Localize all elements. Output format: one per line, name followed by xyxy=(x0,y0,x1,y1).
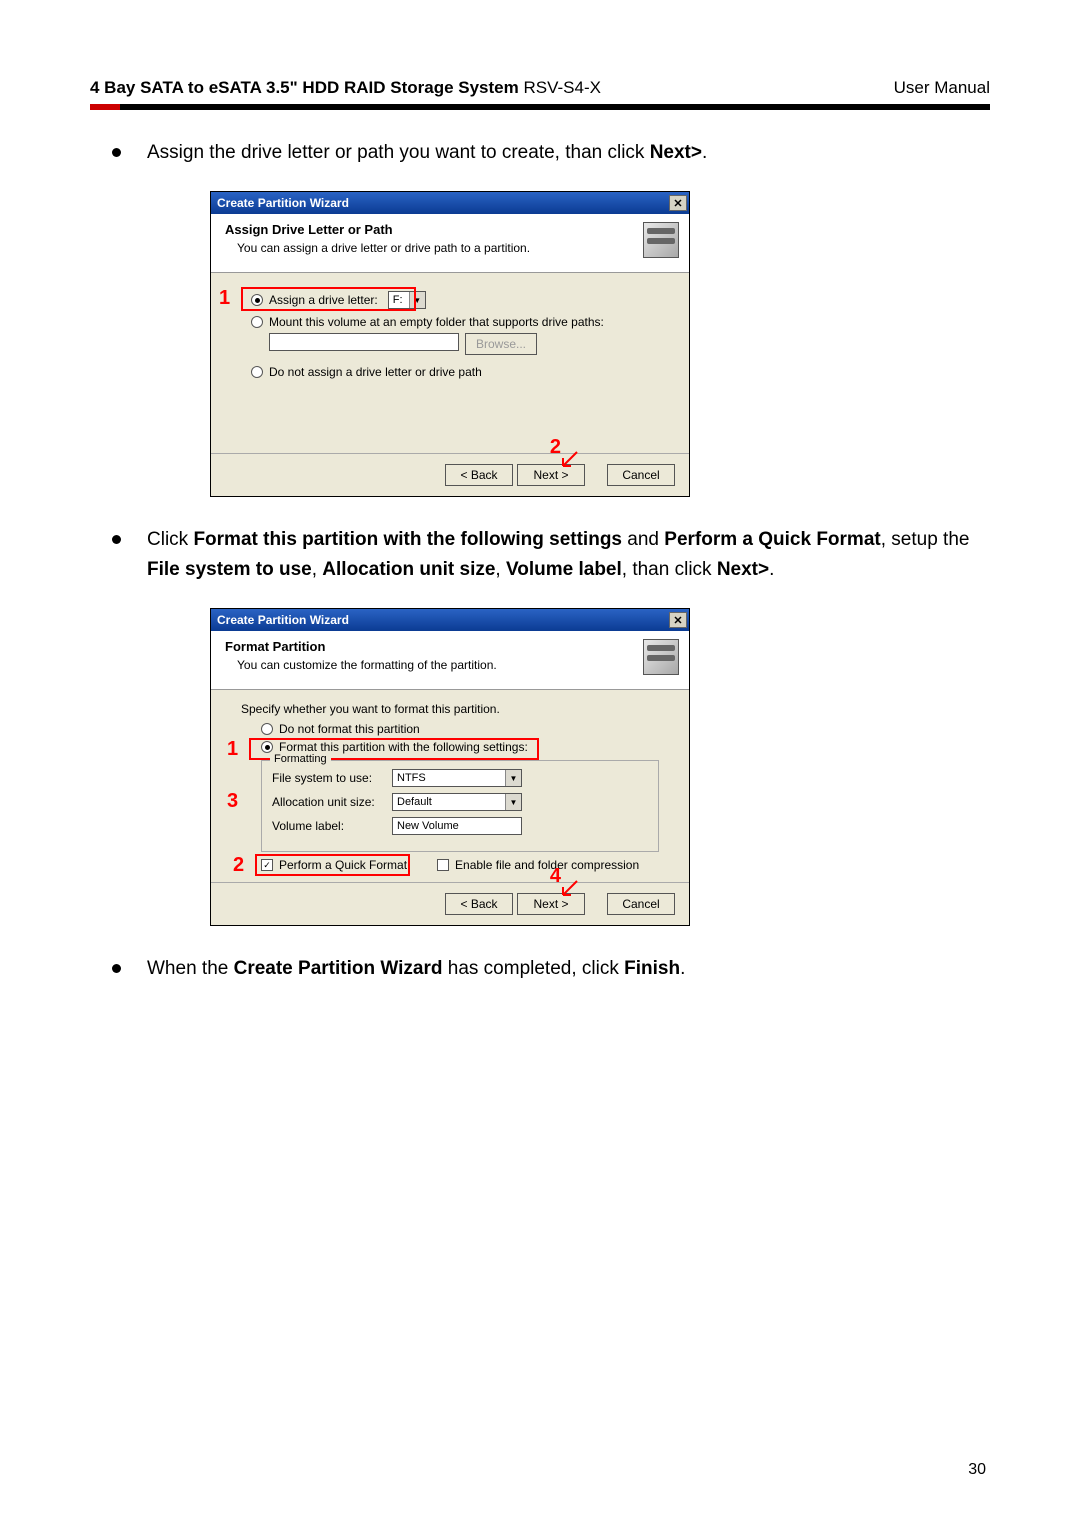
group-legend: Formatting xyxy=(270,753,331,765)
radio-icon xyxy=(261,723,273,735)
volume-label-label: Volume label: xyxy=(272,819,392,833)
hdd-icon xyxy=(643,639,679,675)
radio-icon xyxy=(251,366,263,378)
close-icon[interactable]: ✕ xyxy=(669,612,687,628)
volume-label-row: Volume label: New Volume xyxy=(272,817,648,835)
file-system-dropdown[interactable]: NTFS ▼ xyxy=(392,769,522,787)
bullet-icon xyxy=(112,964,121,973)
bullet-icon xyxy=(112,535,121,544)
quick-format-label: Perform a Quick Format xyxy=(279,858,407,872)
wizard-header: Format Partition You can customize the f… xyxy=(211,631,689,690)
bullet-item: When the Create Partition Wizard has com… xyxy=(112,954,990,983)
radio-label: Mount this volume at an empty folder tha… xyxy=(269,315,604,329)
formatting-group: Formatting File system to use: NTFS ▼ Al… xyxy=(261,760,659,852)
specify-text: Specify whether you want to format this … xyxy=(241,702,659,716)
dialog-assign-drive: Create Partition Wizard ✕ Assign Drive L… xyxy=(210,191,690,497)
radio-label: Assign a drive letter: xyxy=(269,293,378,307)
radio-mount-folder[interactable]: Mount this volume at an empty folder tha… xyxy=(251,315,659,329)
wizard-subtitle: You can customize the formatting of the … xyxy=(225,658,643,672)
header-title-bold: 4 Bay SATA to eSATA 3.5" HDD RAID Storag… xyxy=(90,78,519,97)
wizard-body: 1 Assign a drive letter: F: ▼ Mount this… xyxy=(211,273,689,453)
wizard-header: Assign Drive Letter or Path You can assi… xyxy=(211,214,689,273)
mount-path-input[interactable] xyxy=(269,333,459,351)
dropdown-value: NTFS xyxy=(393,772,430,784)
callout-2: 2 xyxy=(550,436,561,459)
radio-icon xyxy=(251,316,263,328)
callout-4: 4 xyxy=(550,865,561,888)
radio-label: Do not format this partition xyxy=(279,722,420,736)
doc-header: 4 Bay SATA to eSATA 3.5" HDD RAID Storag… xyxy=(90,78,990,98)
titlebar-text: Create Partition Wizard xyxy=(217,613,349,627)
radio-label: Do not assign a drive letter or drive pa… xyxy=(269,365,482,379)
chevron-down-icon: ▼ xyxy=(505,794,521,810)
compression-label: Enable file and folder compression xyxy=(455,858,639,872)
callout-3: 3 xyxy=(227,790,238,813)
bullet-item: Assign the drive letter or path you want… xyxy=(112,138,990,167)
wizard-body: Specify whether you want to format this … xyxy=(211,690,689,882)
titlebar-text: Create Partition Wizard xyxy=(217,196,349,210)
back-button[interactable]: < Back xyxy=(445,893,513,915)
next-button[interactable]: Next > xyxy=(517,893,585,915)
bullet-item: Click Format this partition with the fol… xyxy=(112,525,990,584)
cancel-button[interactable]: Cancel xyxy=(607,464,675,486)
hdd-icon xyxy=(643,222,679,258)
dropdown-value: F: xyxy=(389,294,409,306)
radio-no-assign[interactable]: Do not assign a drive letter or drive pa… xyxy=(251,365,659,379)
dropdown-value: Default xyxy=(393,796,436,808)
chevron-down-icon: ▼ xyxy=(505,770,521,786)
drive-letter-dropdown[interactable]: F: ▼ xyxy=(388,291,426,309)
file-system-label: File system to use: xyxy=(272,771,392,785)
callout-1: 1 xyxy=(227,738,238,761)
bullet-text: Click Format this partition with the fol… xyxy=(147,525,990,584)
radio-icon xyxy=(251,294,263,306)
allocation-dropdown[interactable]: Default ▼ xyxy=(392,793,522,811)
callout-1: 1 xyxy=(219,287,230,310)
volume-label-input[interactable]: New Volume xyxy=(392,817,522,835)
radio-no-format[interactable]: Do not format this partition xyxy=(261,722,659,736)
allocation-row: Allocation unit size: Default ▼ xyxy=(272,793,648,811)
titlebar: Create Partition Wizard ✕ xyxy=(211,609,689,631)
quick-format-checkbox[interactable] xyxy=(261,859,273,871)
cancel-button[interactable]: Cancel xyxy=(607,893,675,915)
wizard-subtitle: You can assign a drive letter or drive p… xyxy=(225,241,643,255)
page-number: 30 xyxy=(968,1461,986,1479)
close-icon[interactable]: ✕ xyxy=(669,195,687,211)
dialog-format-partition: Create Partition Wizard ✕ Format Partiti… xyxy=(210,608,690,926)
wizard-title: Assign Drive Letter or Path xyxy=(225,222,643,237)
header-right: User Manual xyxy=(894,78,990,98)
wizard-footer: 4 < Back Next > Cancel xyxy=(211,882,689,925)
header-left: 4 Bay SATA to eSATA 3.5" HDD RAID Storag… xyxy=(90,78,601,98)
radio-format-with-settings[interactable]: Format this partition with the following… xyxy=(261,740,659,754)
browse-button[interactable]: Browse... xyxy=(465,333,537,355)
chevron-down-icon: ▼ xyxy=(409,292,425,308)
callout-2: 2 xyxy=(233,854,244,877)
file-system-row: File system to use: NTFS ▼ xyxy=(272,769,648,787)
back-button[interactable]: < Back xyxy=(445,464,513,486)
radio-label: Format this partition with the following… xyxy=(279,740,528,754)
next-button[interactable]: Next > xyxy=(517,464,585,486)
bullet-icon xyxy=(112,148,121,157)
wizard-footer: 2 < Back Next > Cancel xyxy=(211,453,689,496)
allocation-label: Allocation unit size: xyxy=(272,795,392,809)
wizard-title: Format Partition xyxy=(225,639,643,654)
compression-checkbox[interactable] xyxy=(437,859,449,871)
header-rule xyxy=(90,104,990,110)
radio-icon xyxy=(261,741,273,753)
radio-assign-letter[interactable]: Assign a drive letter: F: ▼ xyxy=(251,291,659,309)
titlebar: Create Partition Wizard ✕ xyxy=(211,192,689,214)
header-title-model: RSV-S4-X xyxy=(519,78,601,97)
bullet-text: Assign the drive letter or path you want… xyxy=(147,138,707,167)
bullet-text: When the Create Partition Wizard has com… xyxy=(147,954,685,983)
